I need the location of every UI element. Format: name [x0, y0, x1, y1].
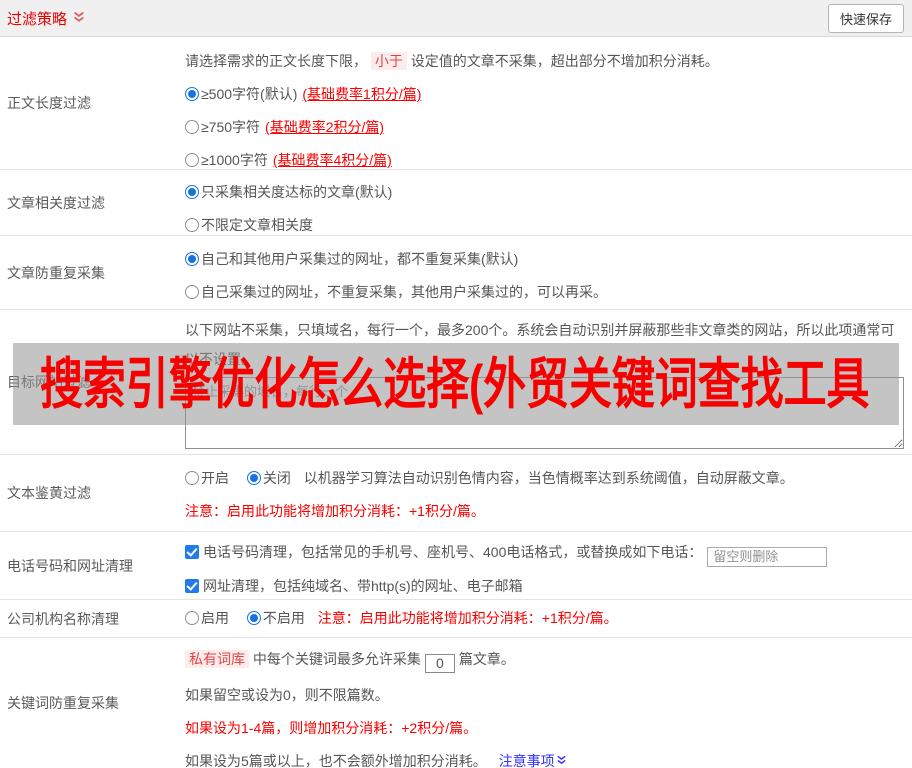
row-article-dedup: 文章防重复采集 自己和其他用户采集过的网址，都不重复采集(默认) 自己采集过的网…: [0, 236, 912, 310]
company-clean-note: 注意：启用此功能将增加积分消耗：+1积分/篇。: [317, 610, 618, 626]
porn-filter-note: 注意：启用此功能将增加积分消耗：+1积分/篇。: [185, 503, 485, 519]
option-label: 关闭: [262, 470, 291, 486]
radio-dedup-global[interactable]: [185, 252, 199, 266]
less-than-highlight: 小于: [370, 52, 407, 70]
radio-1000-chars[interactable]: [185, 153, 199, 167]
option-label: 自己采集过的网址，不重复采集，其他用户采集过的，可以再采。: [201, 284, 607, 300]
row-keyword-dedup: 关键词防重复采集 私有词库 中每个关键词最多允许采集 篇文章。 如果留空或设为0，…: [0, 638, 912, 768]
row-length-filter: 正文长度过滤 请选择需求的正文长度下限， 小于 设定值的文章不采集，超出部分不增…: [0, 37, 912, 170]
checkbox-phone-clean[interactable]: [185, 545, 199, 559]
porn-filter-options: 开启 关闭 以机器学习算法自动识别色情内容，当色情概率达到系统阈值，自动屏蔽文章…: [185, 468, 905, 489]
fee-link-1000[interactable]: (基础费率4积分/篇): [273, 152, 392, 168]
private-lexicon-link[interactable]: 私有词库: [185, 650, 249, 668]
intro-suffix: 设定值的文章不采集，超出部分不增加积分消耗。: [410, 53, 719, 69]
keyword-count-input[interactable]: [424, 653, 455, 673]
radio-company-on[interactable]: [185, 611, 199, 625]
porn-filter-description: 以机器学习算法自动识别色情内容，当色情概率达到系统阈值，自动屏蔽文章。: [303, 470, 794, 486]
notice-link-label: 注意事项: [498, 752, 555, 768]
radio-750-chars[interactable]: [185, 120, 199, 134]
relevance-option-any: 不限定文章相关度: [185, 215, 905, 236]
fee-link-750[interactable]: (基础费率2积分/篇): [265, 119, 384, 135]
fee-link-500[interactable]: (基础费率1积分/篇): [302, 86, 421, 102]
filter-strategy-page: 过滤策略 快速保存 正文长度过滤 请选择需求的正文长度下限， 小于 设定值的文章…: [0, 0, 912, 768]
length-filter-intro: 请选择需求的正文长度下限， 小于 设定值的文章不采集，超出部分不增加积分消耗。: [185, 51, 905, 72]
option-label: 不启用: [262, 610, 305, 626]
radio-porn-on[interactable]: [185, 471, 199, 485]
dedup-option-self: 自己采集过的网址，不重复采集，其他用户采集过的，可以再采。: [185, 282, 905, 303]
row-label: 电话号码和网址清理: [7, 557, 133, 574]
row-company-clean: 公司机构名称清理 启用 不启用 注意：启用此功能将增加积分消耗：+1积分/篇。: [0, 600, 912, 638]
keyword-limit-line: 私有词库 中每个关键词最多允许采集 篇文章。: [185, 648, 905, 673]
url-clean-line: 网址清理，包括纯域名、带http(s)的网址、电子邮箱: [185, 576, 905, 597]
radio-porn-off[interactable]: [246, 471, 261, 485]
row-porn-filter: 文本鉴黄过滤 开启 关闭 以机器学习算法自动识别色情内容，当色情概率达到系统阈值…: [0, 455, 912, 532]
option-label: 自己和其他用户采集过的网址，都不重复采集(默认): [201, 251, 519, 267]
radio-relevance-strict[interactable]: [185, 185, 199, 199]
row-label: 公司机构名称清理: [7, 610, 119, 627]
radio-company-off[interactable]: [246, 611, 261, 625]
watermark-banner: 搜索引擎优化怎么选择(外贸关键词查找工具: [13, 343, 899, 425]
radio-500-chars[interactable]: [185, 87, 199, 101]
length-option-500: ≥500字符(默认) (基础费率1积分/篇): [185, 84, 905, 105]
page-title: 过滤策略: [7, 10, 68, 28]
keyword-note-five: 如果设为5篇或以上，也不会额外增加积分消耗。 注意事项: [185, 751, 905, 768]
row-label: 文章防重复采集: [7, 264, 105, 281]
checkbox-label: 电话号码清理，包括常见的手机号、座机号、400电话格式，或替换成如下电话：: [203, 544, 703, 560]
option-label: ≥1000字符: [201, 152, 268, 168]
radio-dedup-self[interactable]: [185, 285, 199, 299]
chevron-double-down-icon: [556, 751, 567, 768]
option-label: ≥750字符: [201, 119, 261, 135]
row-label: 正文长度过滤: [7, 95, 91, 111]
option-label: 启用: [201, 610, 229, 626]
header-bar: 过滤策略 快速保存: [0, 0, 912, 37]
phone-clean-line: 电话号码清理，包括常见的手机号、座机号、400电话格式，或替换成如下电话：: [185, 540, 905, 567]
replacement-phone-input[interactable]: [707, 546, 828, 567]
row-label: 文章相关度过滤: [7, 194, 105, 211]
checkbox-url-clean[interactable]: [185, 578, 199, 593]
length-option-750: ≥750字符 (基础费率2积分/篇): [185, 117, 905, 138]
dedup-option-global: 自己和其他用户采集过的网址，都不重复采集(默认): [185, 249, 905, 270]
note-text: 如果设为5篇或以上，也不会额外增加积分消耗。: [185, 752, 487, 768]
length-option-1000: ≥1000字符 (基础费率4积分/篇): [185, 150, 905, 171]
row-relevance-filter: 文章相关度过滤 只采集相关度达标的文章(默认) 不限定文章相关度: [0, 170, 912, 236]
option-label: 不限定文章相关度: [201, 217, 313, 233]
quick-save-button[interactable]: 快速保存: [827, 3, 904, 33]
chevron-double-down-icon: [72, 11, 86, 28]
company-clean-options: 启用 不启用 注意：启用此功能将增加积分消耗：+1积分/篇。: [185, 608, 618, 629]
row-label: 文本鉴黄过滤: [7, 485, 91, 501]
radio-relevance-any[interactable]: [185, 218, 199, 232]
limit-text: 中每个关键词最多允许采集: [252, 651, 421, 667]
row-phone-url-clean: 电话号码和网址清理 电话号码清理，包括常见的手机号、座机号、400电话格式，或替…: [0, 532, 912, 600]
keyword-note-cost: 如果设为1-4篇，则增加积分消耗：+2积分/篇。: [185, 719, 478, 736]
checkbox-label: 网址清理，包括纯域名、带http(s)的网址、电子邮箱: [203, 577, 523, 594]
option-label: 只采集相关度达标的文章(默认): [201, 184, 393, 200]
notice-link[interactable]: 注意事项: [499, 753, 567, 768]
relevance-option-strict: 只采集相关度达标的文章(默认): [185, 182, 905, 203]
watermark-title: 搜索引擎优化怎么选择(外贸关键词查找工具: [40, 352, 870, 415]
option-label: ≥500字符(默认): [201, 86, 298, 102]
section-toggle-filter-strategy[interactable]: 过滤策略: [7, 8, 86, 29]
intro-prefix: 请选择需求的正文长度下限，: [185, 53, 367, 69]
limit-suffix: 篇文章。: [458, 651, 515, 667]
option-label: 开启: [201, 470, 229, 486]
row-label: 关键词防重复采集: [7, 695, 119, 711]
keyword-note-zero: 如果留空或设为0，则不限篇数。: [185, 686, 389, 703]
